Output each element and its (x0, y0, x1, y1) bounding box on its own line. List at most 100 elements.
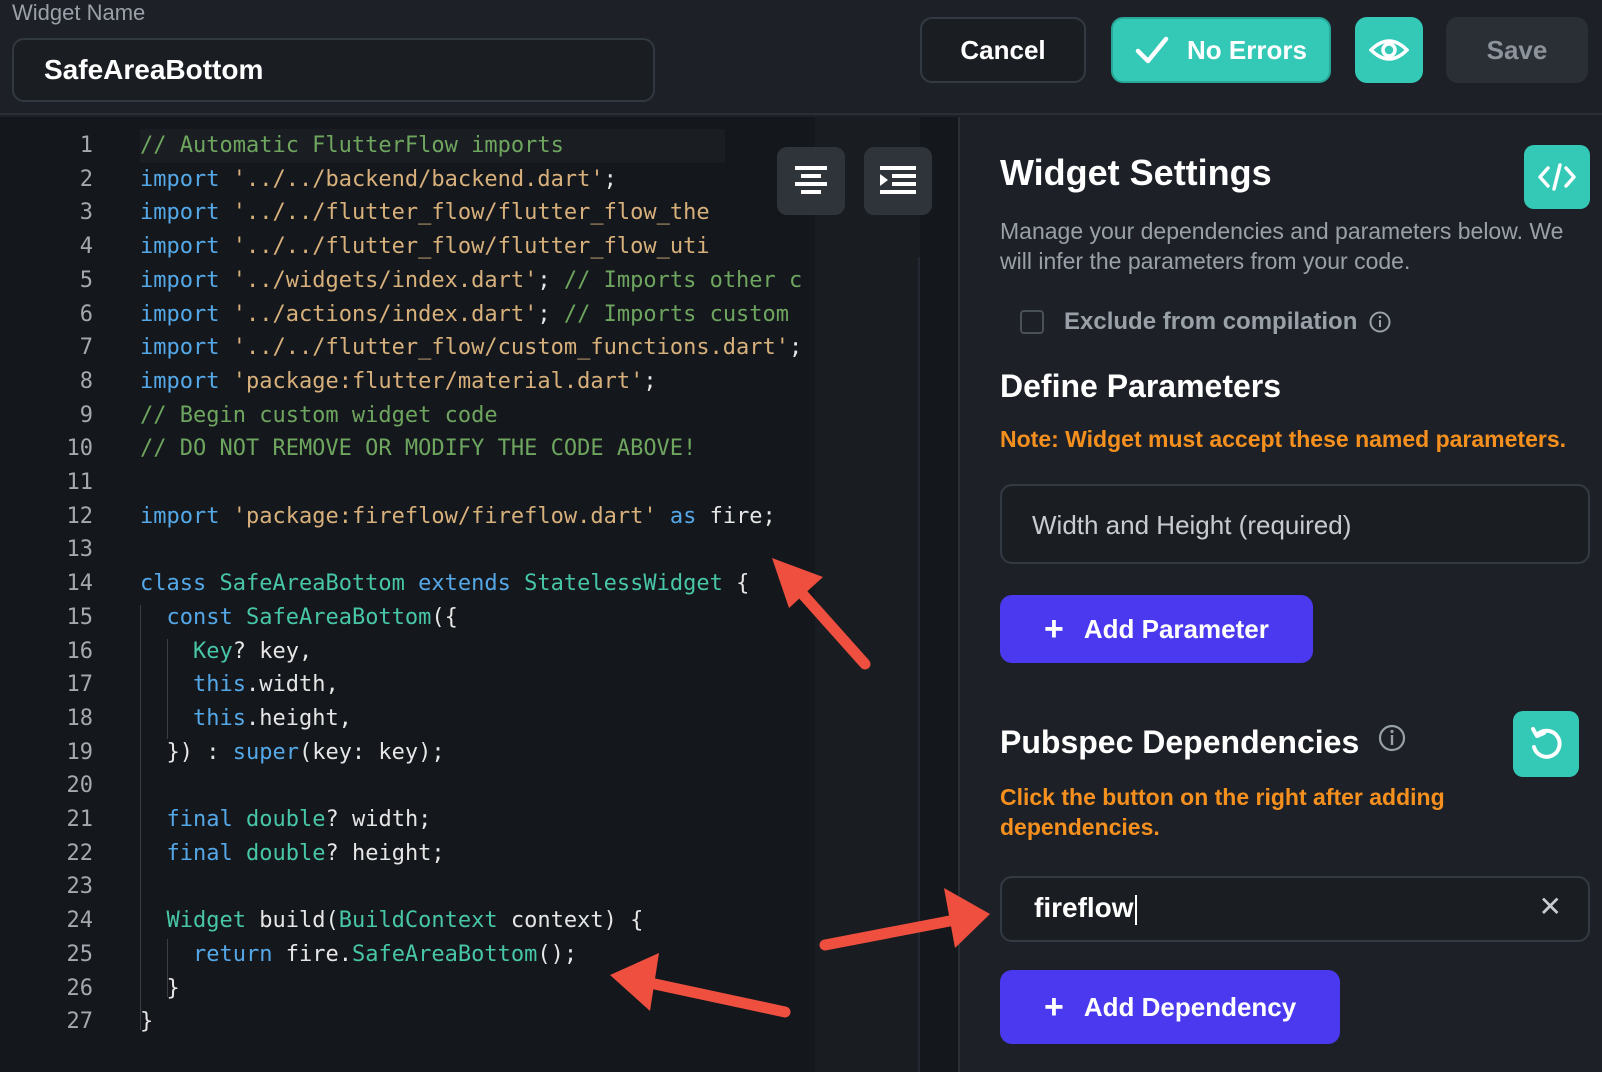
line-number: 8 (79, 368, 93, 394)
parameter-field[interactable]: Width and Height (required) (1000, 484, 1590, 564)
code-token: this (192, 705, 246, 731)
code-text: import 'package:fireflow/fireflow.dart' … (140, 500, 776, 534)
code-line[interactable]: 2 import '../../backend/backend.dart'; (0, 163, 815, 197)
code-line[interactable]: 21 final double? width; (0, 803, 815, 837)
code-line[interactable]: 23 (0, 870, 815, 904)
code-token: import (140, 267, 220, 293)
code-text: final double? height; (140, 837, 445, 871)
code-token: const (166, 604, 233, 630)
code-token: import (140, 234, 220, 260)
code-line[interactable]: 9 // Begin custom widget code (0, 399, 815, 433)
indent-button[interactable] (864, 147, 932, 215)
code-token: ; (643, 368, 657, 394)
preview-button[interactable] (1355, 17, 1423, 83)
code-line[interactable]: 7 import '../../flutter_flow/custom_funct… (0, 331, 815, 365)
define-parameters-title: Define Parameters (1000, 368, 1282, 404)
refresh-dependencies-button[interactable] (1513, 711, 1579, 777)
code-text: const SafeAreaBottom({ (140, 601, 458, 635)
text-cursor (1134, 894, 1137, 925)
code-token: 'package:fireflow/fireflow.dart' (232, 503, 657, 529)
code-token: context) { (497, 908, 644, 934)
code-line[interactable]: 25 return fire.SafeAreaBottom(); (0, 938, 815, 972)
line-number: 13 (66, 537, 94, 563)
code-line[interactable]: 18 this.height, (0, 702, 815, 736)
code-token: ({ (431, 604, 458, 630)
view-code-button[interactable] (1524, 145, 1590, 209)
code-text: import '../widgets/index.dart'; // Impor… (140, 264, 802, 298)
code-token: (); (537, 941, 578, 967)
code-token: ; (603, 166, 617, 192)
widget-name-input[interactable]: SafeAreaBottom (12, 38, 655, 102)
dependency-value: fireflow (1034, 892, 1134, 923)
code-line[interactable]: 20 (0, 769, 815, 803)
line-number: 27 (66, 1009, 94, 1035)
code-token: 'package:flutter/material.dart' (232, 368, 644, 394)
code-token: return (192, 941, 273, 967)
line-number: 9 (79, 402, 93, 428)
code-line[interactable]: 12 import 'package:fireflow/fireflow.dart… (0, 500, 815, 534)
code-token: StatelessWidget (524, 571, 723, 597)
indent-guide (167, 639, 168, 739)
code-token: // Automatic FlutterFlow imports (140, 133, 564, 158)
code-token: import (140, 368, 220, 394)
code-text: import 'package:flutter/material.dart'; (140, 365, 657, 399)
code-text: import '../actions/index.dart'; // Impor… (140, 298, 789, 332)
code-text: return fire.SafeAreaBottom(); (140, 938, 577, 972)
line-number: 24 (66, 908, 94, 934)
code-line[interactable]: 1 // Automatic FlutterFlow imports (0, 129, 815, 163)
code-line[interactable]: 22 final double? height; (0, 837, 815, 871)
line-number: 23 (66, 874, 94, 900)
code-token: SafeAreaBottom (219, 571, 405, 597)
add-parameter-button[interactable]: + Add Parameter (1000, 595, 1313, 663)
code-token: .height, (245, 705, 352, 731)
widget-settings-title: Widget Settings (1000, 152, 1272, 193)
code-line[interactable]: 26 } (0, 972, 815, 1006)
line-number: 19 (66, 739, 94, 765)
clear-icon[interactable]: ✕ (1539, 890, 1562, 923)
code-editor[interactable]: 1 // Automatic FlutterFlow imports 2 import… (0, 117, 960, 1072)
no-errors-button[interactable]: No Errors (1111, 17, 1331, 83)
code-token: SafeAreaBottom (351, 941, 538, 967)
align-center-icon (795, 166, 827, 194)
widget-name-label: Widget Name (12, 0, 146, 25)
info-icon[interactable] (1369, 311, 1391, 333)
code-line[interactable]: 17 this.width, (0, 668, 815, 702)
exclude-compilation-checkbox[interactable] (1020, 310, 1044, 334)
code-token: final (166, 807, 233, 832)
code-line[interactable]: 11 (0, 466, 815, 500)
code-line[interactable]: 14 class SafeAreaBottom extends Stateless… (0, 567, 815, 601)
cancel-button[interactable]: Cancel (920, 17, 1086, 83)
code-text: this.width, (140, 668, 339, 702)
widget-settings-description: Manage your dependencies and parameters … (1000, 218, 1564, 274)
code-line[interactable]: 24 Widget build(BuildContext context) { (0, 904, 815, 938)
dependency-input[interactable]: fireflow ✕ (1000, 876, 1590, 942)
save-button[interactable]: Save (1446, 17, 1588, 83)
code-line[interactable]: 19 }) : super(key: key); (0, 736, 815, 770)
code-line[interactable]: 27} (0, 1005, 815, 1039)
code-line[interactable]: 5 import '../widgets/index.dart'; // Impo… (0, 264, 815, 298)
code-line[interactable]: 13 (0, 533, 815, 567)
code-line[interactable]: 6 import '../actions/index.dart'; // Impo… (0, 298, 815, 332)
code-text: class SafeAreaBottom extends StatelessWi… (140, 567, 749, 601)
code-line[interactable]: 3 import '../../flutter_flow/flutter_flow… (0, 196, 815, 230)
widget-name-value: SafeAreaBottom (44, 54, 264, 85)
code-line[interactable]: 15 const SafeAreaBottom({ (0, 601, 815, 635)
code-line[interactable]: 8 import 'package:flutter/material.dart'; (0, 365, 815, 399)
code-line[interactable]: 10 // DO NOT REMOVE OR MODIFY THE CODE AB… (0, 432, 815, 466)
line-number: 22 (66, 840, 94, 866)
code-line[interactable]: 16 Key? key, (0, 635, 815, 669)
line-number: 21 (66, 807, 94, 832)
add-dependency-button[interactable]: + Add Dependency (1000, 970, 1340, 1044)
format-code-button[interactable] (777, 147, 845, 215)
code-line[interactable]: 4 import '../../flutter_flow/flutter_flow… (0, 230, 815, 264)
info-icon[interactable] (1378, 724, 1406, 752)
